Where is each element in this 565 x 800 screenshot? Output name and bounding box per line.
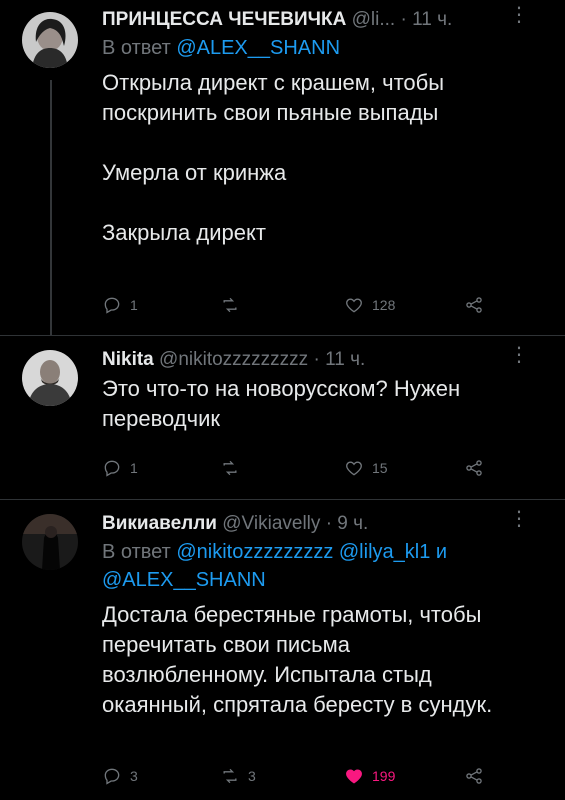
reply-icon (104, 297, 120, 314)
tweet-header: ПРИНЦЕССА ЧЕЧЕВИЧКА @li... · 11 ч. (102, 8, 545, 32)
reply-count: 1 (130, 460, 138, 476)
tweet-text: Это что-то на новорусском? Нужен перевод… (102, 376, 461, 431)
reply-icon (104, 768, 120, 785)
tweet-header: Викиавелли @Vikiavelly · 9 ч. (102, 512, 545, 536)
dot-separator: · (313, 349, 320, 370)
retweet-button[interactable]: 3 (220, 766, 256, 786)
retweet-button[interactable] (220, 458, 248, 478)
share-button[interactable] (464, 458, 484, 478)
tweet-text: Открыла директ с крашем, чтобы поскринит… (102, 70, 445, 245)
tweet[interactable]: Викиавелли @Vikiavelly · 9 ч. ⋮ В ответ … (0, 500, 565, 800)
reply-context: В ответ @ALEX__SHANN (102, 34, 545, 62)
display-name[interactable]: Nikita (102, 349, 154, 370)
dot-separator: · (400, 9, 407, 30)
more-icon[interactable]: ⋮ (509, 2, 529, 27)
share-icon (466, 460, 482, 476)
dot-separator: · (325, 513, 333, 534)
action-bar: 1 128 (102, 295, 522, 319)
tweet[interactable]: Nikita @nikitozzzzzzzzz · 11 ч. ⋮ Это чт… (0, 336, 565, 499)
reply-count: 3 (130, 768, 138, 784)
display-name[interactable]: Викиавелли (102, 513, 217, 534)
avatar[interactable] (22, 514, 78, 570)
reply-icon (104, 460, 120, 477)
share-button[interactable] (464, 295, 484, 315)
avatar[interactable] (22, 12, 78, 68)
mention-link[interactable]: @nikitozzzzzzzzz @lilya_kl1 и (176, 541, 447, 563)
tweet-header: Nikita @nikitozzzzzzzzz · 11 ч. (102, 348, 545, 372)
reply-button[interactable]: 1 (102, 295, 138, 315)
timestamp[interactable]: 11 ч. (412, 9, 452, 30)
more-icon[interactable]: ⋮ (509, 506, 529, 531)
display-name[interactable]: ПРИНЦЕССА ЧЕЧЕВИЧКА (102, 9, 346, 30)
like-icon (346, 769, 362, 784)
like-icon (346, 298, 362, 313)
mention-link[interactable]: @ALEX__SHANN (102, 569, 266, 591)
handle[interactable]: @Vikiavelly (222, 513, 320, 534)
retweet-count: 3 (248, 768, 256, 784)
retweet-button[interactable] (220, 295, 248, 315)
share-icon (466, 297, 482, 313)
avatar[interactable] (22, 350, 78, 406)
tweet-text: Достала берестяные грамоты, чтобы перечи… (102, 602, 493, 717)
handle[interactable]: @nikitozzzzzzzzz (159, 349, 308, 370)
reply-button[interactable]: 3 (102, 766, 138, 786)
reply-count: 1 (130, 297, 138, 313)
tweet[interactable]: ПРИНЦЕССА ЧЕЧЕВИЧКА @li... · 11 ч. ⋮ В о… (0, 0, 565, 335)
like-count: 15 (372, 460, 388, 476)
like-icon (346, 461, 362, 476)
reply-prefix: В ответ (102, 541, 171, 563)
retweet-icon (223, 460, 237, 476)
like-button[interactable]: 128 (344, 295, 395, 315)
timestamp[interactable]: 9 ч. (337, 513, 368, 534)
like-count: 199 (372, 768, 396, 784)
like-button[interactable]: 15 (344, 458, 388, 478)
reply-context: В ответ @nikitozzzzzzzzz @lilya_kl1 и @A… (102, 538, 545, 594)
like-count: 128 (372, 297, 396, 313)
timestamp[interactable]: 11 ч. (325, 349, 365, 370)
reply-button[interactable]: 1 (102, 458, 138, 478)
share-button[interactable] (464, 766, 484, 786)
reply-prefix: В ответ (102, 37, 171, 59)
handle[interactable]: @li... (352, 9, 396, 30)
retweet-icon (223, 768, 237, 784)
more-icon[interactable]: ⋮ (509, 342, 529, 367)
action-bar: 3 3 199 (102, 766, 522, 790)
share-icon (466, 768, 482, 784)
like-button[interactable]: 199 (344, 766, 395, 786)
action-bar: 1 15 (102, 458, 522, 482)
retweet-icon (223, 297, 237, 313)
mention-link[interactable]: @ALEX__SHANN (176, 37, 340, 59)
